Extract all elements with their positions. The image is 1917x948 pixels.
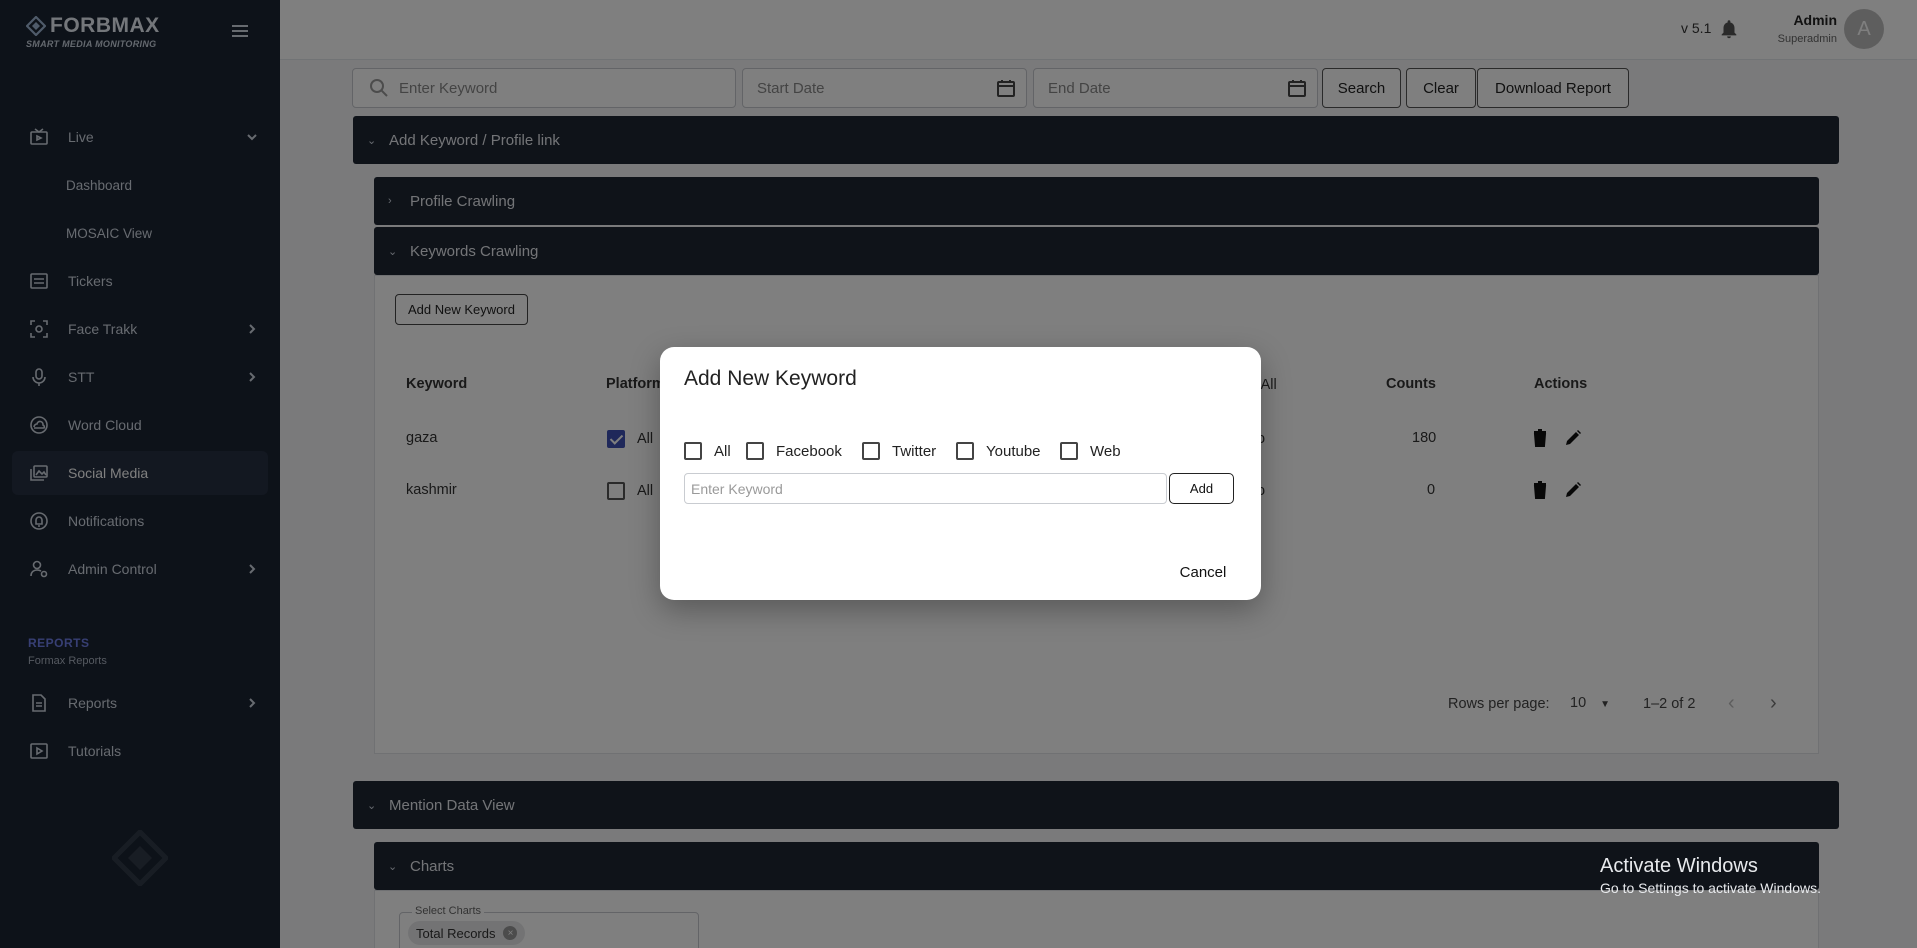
- keyword-input[interactable]: Enter Keyword: [684, 473, 1167, 504]
- activation-line-1: Activate Windows: [1600, 855, 1758, 877]
- option-label: Youtube: [986, 442, 1041, 460]
- option-twitter-checkbox[interactable]: Twitter: [862, 442, 936, 460]
- option-label: All: [714, 442, 731, 460]
- cancel-button[interactable]: Cancel: [1168, 564, 1238, 581]
- checkbox-box[interactable]: [956, 442, 974, 460]
- checkbox-box[interactable]: [862, 442, 880, 460]
- checkbox-box[interactable]: [746, 442, 764, 460]
- add-button[interactable]: Add: [1169, 473, 1234, 504]
- option-all-checkbox[interactable]: All: [684, 442, 731, 460]
- option-label: Facebook: [776, 442, 842, 460]
- os-activation-watermark: Activate Windows Go to Settings to activ…: [1600, 855, 1821, 896]
- checkbox-box[interactable]: [684, 442, 702, 460]
- checkbox-box[interactable]: [1060, 442, 1078, 460]
- option-facebook-checkbox[interactable]: Facebook: [746, 442, 842, 460]
- option-label: Twitter: [892, 442, 937, 460]
- option-web-checkbox[interactable]: Web: [1060, 442, 1121, 460]
- option-label: Web: [1090, 442, 1121, 460]
- activation-line-2: Go to Settings to activate Windows.: [1600, 880, 1821, 896]
- add-keyword-dialog: Add New Keyword All Facebook Twitter You…: [660, 347, 1261, 600]
- dialog-title: Add New Keyword: [684, 367, 857, 390]
- keyword-input-placeholder: Enter Keyword: [691, 480, 783, 497]
- option-youtube-checkbox[interactable]: Youtube: [956, 442, 1041, 460]
